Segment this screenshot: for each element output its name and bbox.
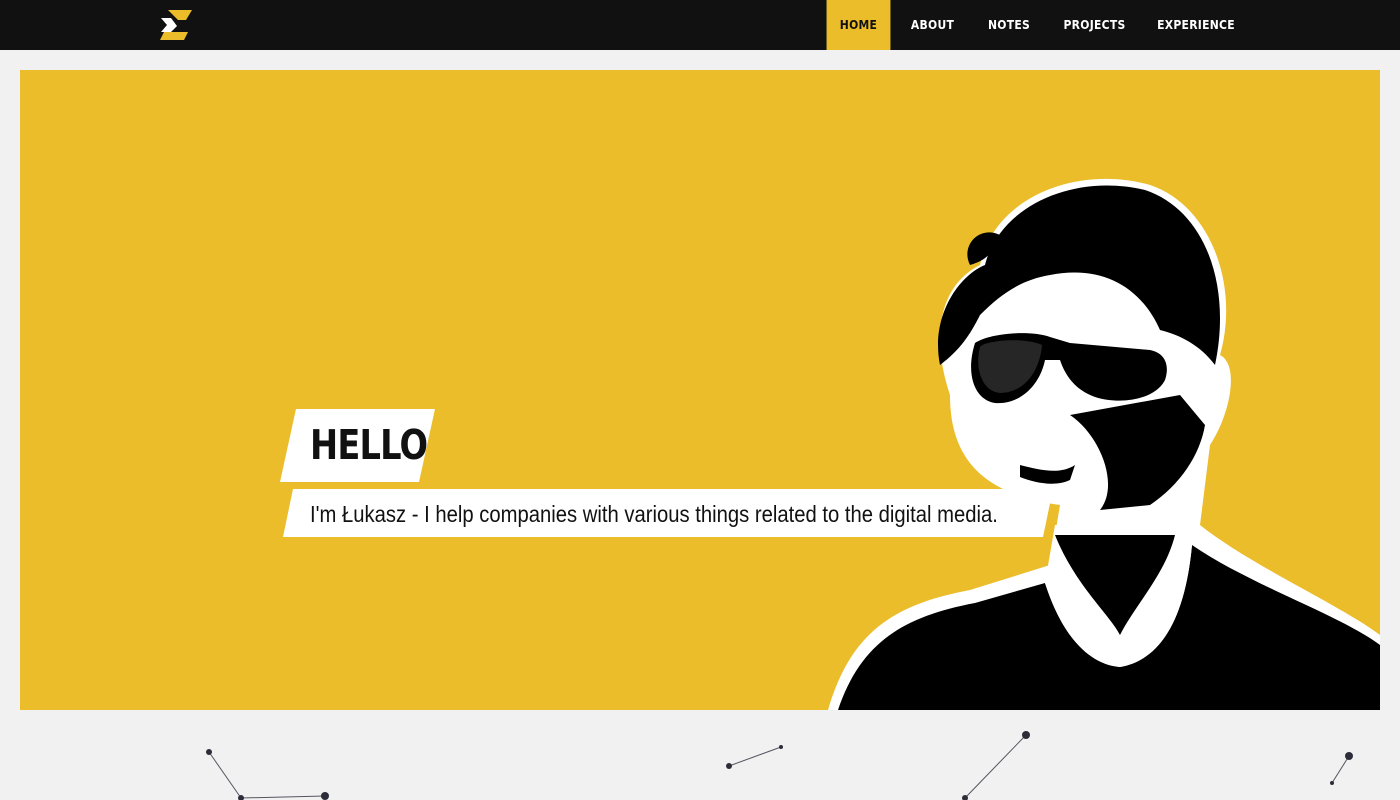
nav-item-projects[interactable]: PROJECTS <box>1052 0 1138 50</box>
hero-banner: HELLO I'm Łukasz - I help companies with… <box>20 70 1380 710</box>
nav-item-experience[interactable]: EXPERIENCE <box>1147 0 1244 50</box>
hero-heading: HELLO <box>310 421 428 469</box>
portrait-illustration <box>828 178 1380 710</box>
nav-item-home[interactable]: HOME <box>826 0 891 50</box>
main-nav: HOME ABOUT NOTES PROJECTS EXPERIENCE <box>823 0 1250 50</box>
nav-item-notes[interactable]: NOTES <box>975 0 1043 50</box>
brand-logo-icon[interactable] <box>158 8 196 42</box>
hero-tagline: I'm Łukasz - I help companies with vario… <box>310 501 998 527</box>
network-decoration <box>206 731 1353 800</box>
nav-item-about[interactable]: ABOUT <box>898 0 967 50</box>
top-navigation-bar: HOME ABOUT NOTES PROJECTS EXPERIENCE <box>0 0 1400 50</box>
